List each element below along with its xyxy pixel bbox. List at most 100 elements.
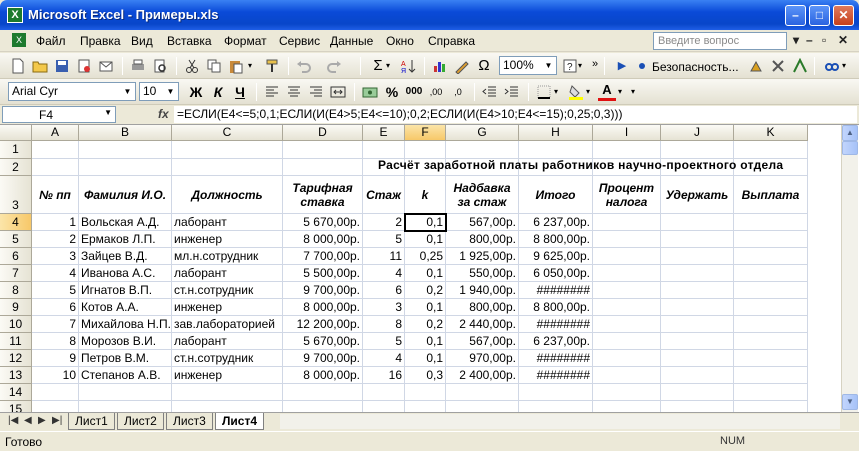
research-icon[interactable] (822, 56, 842, 76)
table-cell[interactable]: 5 (363, 333, 405, 350)
chevron-down-icon[interactable]: ▼ (104, 108, 112, 117)
empty-cell[interactable] (593, 265, 661, 282)
table-cell[interactable]: 8 000,00р. (283, 367, 363, 384)
empty-cell[interactable] (283, 141, 363, 159)
column-title[interactable]: № пп (32, 176, 79, 214)
table-cell[interactable]: 16 (363, 367, 405, 384)
empty-cell[interactable] (661, 231, 734, 248)
dropdown-arrow-icon[interactable]: ▾ (793, 33, 799, 47)
increase-decimal-icon[interactable]: ,00 (426, 82, 446, 102)
decrease-indent-icon[interactable] (480, 82, 500, 102)
percent-icon[interactable]: % (382, 82, 402, 102)
table-cell[interactable]: 8 000,00р. (283, 231, 363, 248)
column-header-k[interactable]: K (734, 125, 808, 141)
table-cell[interactable]: 9 (32, 350, 79, 367)
menu-insert[interactable]: Вставка (167, 34, 212, 48)
empty-cell[interactable] (734, 265, 808, 282)
redo-icon[interactable] (324, 56, 344, 76)
print-icon[interactable] (128, 56, 148, 76)
table-cell[interactable]: 3 (363, 299, 405, 316)
empty-cell[interactable] (283, 384, 363, 401)
column-header-h[interactable]: H (519, 125, 593, 141)
table-cell[interactable]: 550,00р. (446, 265, 519, 282)
doc-restore-button[interactable]: ▫ (822, 33, 826, 47)
first-sheet-icon[interactable]: |◀ (8, 415, 18, 426)
table-cell[interactable]: лаборант (172, 214, 283, 231)
column-title[interactable]: Итого (519, 176, 593, 214)
fill-color-dropdown-icon[interactable]: ▾ (586, 82, 596, 102)
table-cell[interactable]: 4 (32, 265, 79, 282)
font-color-icon[interactable]: A (598, 82, 616, 101)
table-cell[interactable]: ст.н.сотрудник (172, 282, 283, 299)
toolbar-options-icon[interactable]: » (592, 56, 602, 76)
comma-style-icon[interactable]: 000 (404, 82, 424, 102)
table-cell[interactable]: 3 (32, 248, 79, 265)
table-cell[interactable]: 6 (363, 282, 405, 299)
table-cell[interactable]: 9 625,00р. (519, 248, 593, 265)
column-header-b[interactable]: B (79, 125, 172, 141)
empty-cell[interactable] (593, 401, 661, 412)
empty-cell[interactable] (734, 214, 808, 231)
table-cell[interactable]: 0,3 (405, 367, 446, 384)
empty-cell[interactable] (172, 401, 283, 412)
column-header-e[interactable]: E (363, 125, 405, 141)
empty-cell[interactable] (405, 384, 446, 401)
table-cell[interactable]: 8 000,00р. (283, 299, 363, 316)
table-cell[interactable]: мл.н.сотрудник (172, 248, 283, 265)
empty-cell[interactable] (519, 384, 593, 401)
column-header-g[interactable]: G (446, 125, 519, 141)
row-header-12[interactable]: 12 (0, 350, 32, 367)
symbol-icon[interactable]: Ω (474, 56, 494, 76)
table-cell[interactable]: 11 (363, 248, 405, 265)
table-cell[interactable]: 5 (363, 231, 405, 248)
help-question-input[interactable]: Введите вопрос (653, 32, 787, 50)
empty-cell[interactable] (172, 159, 283, 176)
table-cell[interactable]: 800,00р. (446, 231, 519, 248)
undo-icon[interactable] (294, 56, 314, 76)
menu-tools[interactable]: Сервис (279, 34, 320, 48)
column-title[interactable]: Должность (172, 176, 283, 214)
table-cell[interactable]: 2 (32, 231, 79, 248)
scroll-up-icon[interactable]: ▲ (842, 125, 858, 141)
column-title[interactable]: Надбавка за стаж (446, 176, 519, 214)
empty-cell[interactable] (734, 333, 808, 350)
increase-indent-icon[interactable] (502, 82, 522, 102)
empty-cell[interactable] (593, 384, 661, 401)
decrease-decimal-icon[interactable]: ,0 (448, 82, 468, 102)
table-cell[interactable]: 5 (32, 282, 79, 299)
table-cell[interactable]: 1 (32, 214, 79, 231)
table-cell[interactable]: 2 400,00р. (446, 367, 519, 384)
table-cell[interactable]: лаборант (172, 265, 283, 282)
security-icon[interactable] (632, 56, 652, 76)
menu-help[interactable]: Справка (428, 34, 475, 48)
table-cell[interactable]: 6 237,00р. (519, 214, 593, 231)
column-header-f[interactable]: F (405, 125, 446, 141)
paste-dropdown-icon[interactable]: ▾ (248, 56, 258, 76)
empty-cell[interactable] (405, 401, 446, 412)
empty-cell[interactable] (593, 231, 661, 248)
table-cell[interactable]: 4 (363, 350, 405, 367)
doc-close-button[interactable]: ✕ (838, 33, 848, 47)
table-cell[interactable]: 2 440,00р. (446, 316, 519, 333)
table-cell[interactable]: 567,00р. (446, 333, 519, 350)
empty-cell[interactable] (283, 159, 363, 176)
empty-cell[interactable] (661, 299, 734, 316)
empty-cell[interactable] (593, 141, 661, 159)
row-header-9[interactable]: 9 (0, 299, 32, 316)
bold-icon[interactable]: Ж (186, 82, 206, 102)
table-cell[interactable]: 9 700,00р. (283, 282, 363, 299)
borders-dropdown-icon[interactable]: ▾ (554, 82, 564, 102)
empty-cell[interactable] (734, 367, 808, 384)
table-cell[interactable]: Степанов А.В. (79, 367, 172, 384)
copy-icon[interactable] (204, 56, 224, 76)
table-cell[interactable]: 0,2 (405, 316, 446, 333)
empty-cell[interactable] (734, 384, 808, 401)
table-cell[interactable]: 1 940,00р. (446, 282, 519, 299)
insert-function-icon[interactable]: fx (158, 107, 169, 121)
visual-basic-icon[interactable] (790, 56, 810, 76)
chevron-down-icon[interactable]: ▼ (542, 58, 555, 73)
table-cell[interactable]: Михайлова Н.П. (79, 316, 172, 333)
paste-icon[interactable] (226, 56, 246, 76)
title-bar[interactable]: X Microsoft Excel - Примеры.xls – □ ✕ (0, 0, 859, 30)
empty-cell[interactable] (446, 384, 519, 401)
